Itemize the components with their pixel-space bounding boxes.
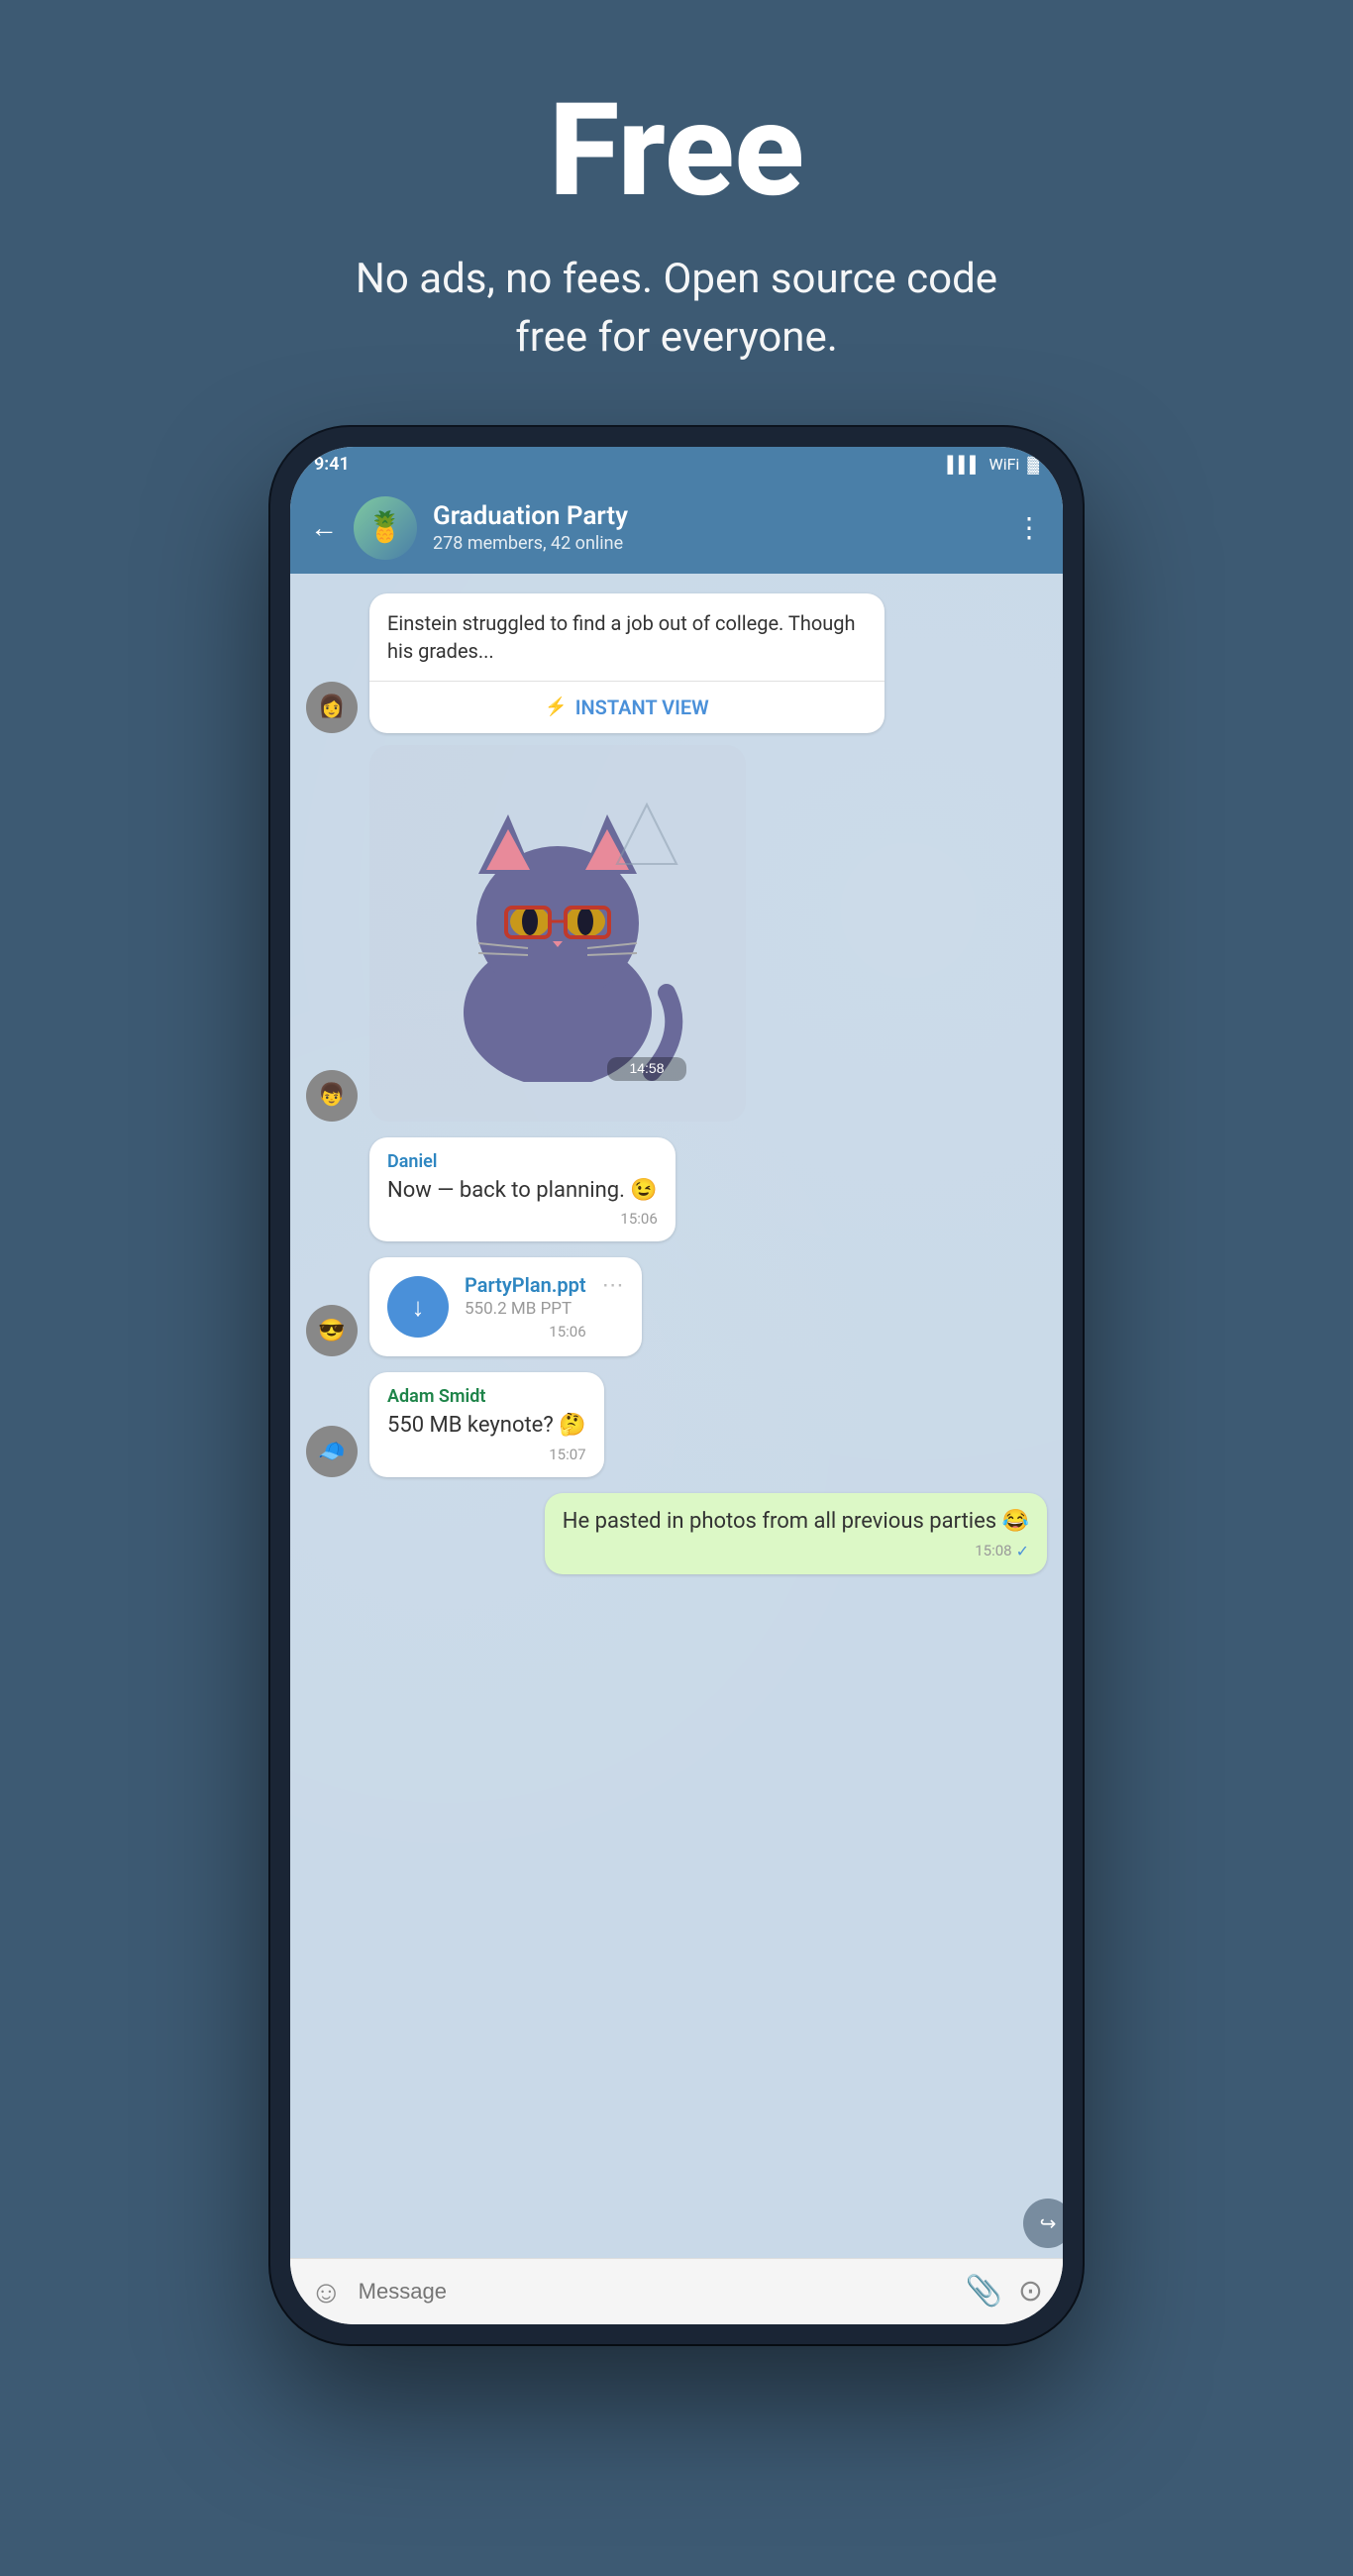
forward-button[interactable]: ↪ bbox=[1023, 2199, 1063, 2248]
attach-button[interactable]: 📎 bbox=[966, 2274, 1002, 2308]
message-row: 👦 Daniel Now — back to planning. 😉 15:06 bbox=[306, 1137, 1047, 1242]
read-check: ✓ bbox=[1016, 1542, 1029, 1560]
instant-view-button[interactable]: ⚡ INSTANT VIEW bbox=[369, 681, 885, 733]
status-time: 9:41 bbox=[314, 454, 350, 475]
sender-name: Daniel bbox=[387, 1151, 658, 1172]
signal-icon: ▌▌▌ bbox=[947, 455, 981, 475]
file-name: PartyPlan.ppt bbox=[465, 1273, 586, 1297]
status-icons: ▌▌▌ WiFi ▓ bbox=[947, 455, 1039, 475]
file-bubble: ↓ PartyPlan.ppt 550.2 MB PPT 15:06 ⋯ bbox=[369, 1257, 642, 1356]
message-row-outgoing: He pasted in photos from all previous pa… bbox=[306, 1493, 1047, 1574]
avatar: 🧢 bbox=[306, 1426, 358, 1477]
download-icon: ↓ bbox=[412, 1292, 425, 1323]
status-bar: 9:41 ▌▌▌ WiFi ▓ bbox=[290, 447, 1063, 483]
svg-text:14:58: 14:58 bbox=[629, 1060, 664, 1076]
bubble-text: 550 MB keynote? 🤔 bbox=[387, 1411, 586, 1442]
file-download-button[interactable]: ↓ bbox=[387, 1276, 449, 1338]
group-info: Graduation Party 278 members, 42 online bbox=[433, 501, 999, 554]
avatar: 😎 bbox=[306, 1305, 358, 1356]
file-info: PartyPlan.ppt 550.2 MB PPT 15:06 bbox=[465, 1273, 586, 1341]
file-size: 550.2 MB PPT bbox=[465, 1299, 586, 1319]
header-menu-button[interactable]: ⋮ bbox=[1015, 511, 1043, 544]
hero-subtitle: No ads, no fees. Open source code free f… bbox=[330, 251, 1023, 368]
bubble-time: 15:08 ✓ bbox=[563, 1542, 1029, 1560]
message-input[interactable] bbox=[359, 2279, 950, 2305]
instant-view-label: INSTANT VIEW bbox=[575, 696, 709, 719]
bubble-time: 15:07 bbox=[387, 1446, 586, 1463]
bubble-time: 15:06 bbox=[387, 1210, 658, 1228]
avatar: 👦 bbox=[306, 1070, 358, 1122]
message-row: 😎 ↓ PartyPlan.ppt 550.2 MB PPT 15:06 bbox=[306, 1257, 1047, 1356]
outgoing-bubble: He pasted in photos from all previous pa… bbox=[545, 1493, 1047, 1574]
group-meta: 278 members, 42 online bbox=[433, 533, 999, 554]
input-bar: ☺ 📎 ⊙ bbox=[290, 2258, 1063, 2324]
chat-bubble: Daniel Now — back to planning. 😉 15:06 bbox=[369, 1137, 676, 1242]
wifi-icon: WiFi bbox=[989, 455, 1020, 474]
group-avatar-emoji: 🍍 bbox=[366, 510, 403, 545]
sender-name: Adam Smidt bbox=[387, 1386, 586, 1407]
group-name: Graduation Party bbox=[433, 501, 999, 531]
bubble-text: Now — back to planning. 😉 bbox=[387, 1176, 658, 1207]
chat-body: 👩 Einstein struggled to find a job out o… bbox=[290, 574, 1063, 2258]
sticker-container: A = πr² V = l² P = 2πr A = πr² s = √(r²+… bbox=[369, 745, 746, 1122]
message-row: 🧢 Adam Smidt 550 MB keynote? 🤔 15:07 bbox=[306, 1372, 1047, 1477]
battery-icon: ▓ bbox=[1027, 455, 1039, 475]
iv-text: Einstein struggled to find a job out of … bbox=[369, 593, 885, 681]
group-avatar: 🍍 bbox=[354, 496, 417, 560]
back-button[interactable]: ← bbox=[310, 511, 338, 544]
avatar-emoji: 👦 bbox=[318, 1083, 345, 1108]
cat-sticker-svg: 14:58 bbox=[419, 785, 696, 1082]
iv-card: Einstein struggled to find a job out of … bbox=[369, 593, 885, 733]
chat-bubble: Adam Smidt 550 MB keynote? 🤔 15:07 bbox=[369, 1372, 604, 1477]
avatar: 👩 bbox=[306, 682, 358, 733]
emoji-button[interactable]: ☺ bbox=[310, 2273, 343, 2310]
phone-screen: 9:41 ▌▌▌ WiFi ▓ ← 🍍 Graduation Party 278… bbox=[290, 447, 1063, 2324]
bubble-text: He pasted in photos from all previous pa… bbox=[563, 1507, 1029, 1538]
avatar-emoji: 👩 bbox=[318, 695, 345, 719]
file-menu-button[interactable]: ⋯ bbox=[602, 1273, 624, 1298]
phone-wrapper: 9:41 ▌▌▌ WiFi ▓ ← 🍍 Graduation Party 278… bbox=[270, 427, 1083, 2404]
lightning-icon: ⚡ bbox=[545, 697, 567, 717]
chat-header: ← 🍍 Graduation Party 278 members, 42 onl… bbox=[290, 483, 1063, 574]
camera-button[interactable]: ⊙ bbox=[1018, 2274, 1043, 2308]
phone-outer: 9:41 ▌▌▌ WiFi ▓ ← 🍍 Graduation Party 278… bbox=[270, 427, 1083, 2344]
forward-icon: ↪ bbox=[1040, 2211, 1057, 2235]
bubble-time: 15:06 bbox=[465, 1323, 586, 1341]
message-row: 👩 Einstein struggled to find a job out o… bbox=[306, 593, 1047, 733]
hero-section: Free No ads, no fees. Open source code f… bbox=[290, 0, 1063, 427]
sticker-row: 👦 A = πr² V = l² P = 2πr A = πr² s = √(r… bbox=[306, 745, 1047, 1122]
hero-title: Free bbox=[330, 79, 1023, 221]
